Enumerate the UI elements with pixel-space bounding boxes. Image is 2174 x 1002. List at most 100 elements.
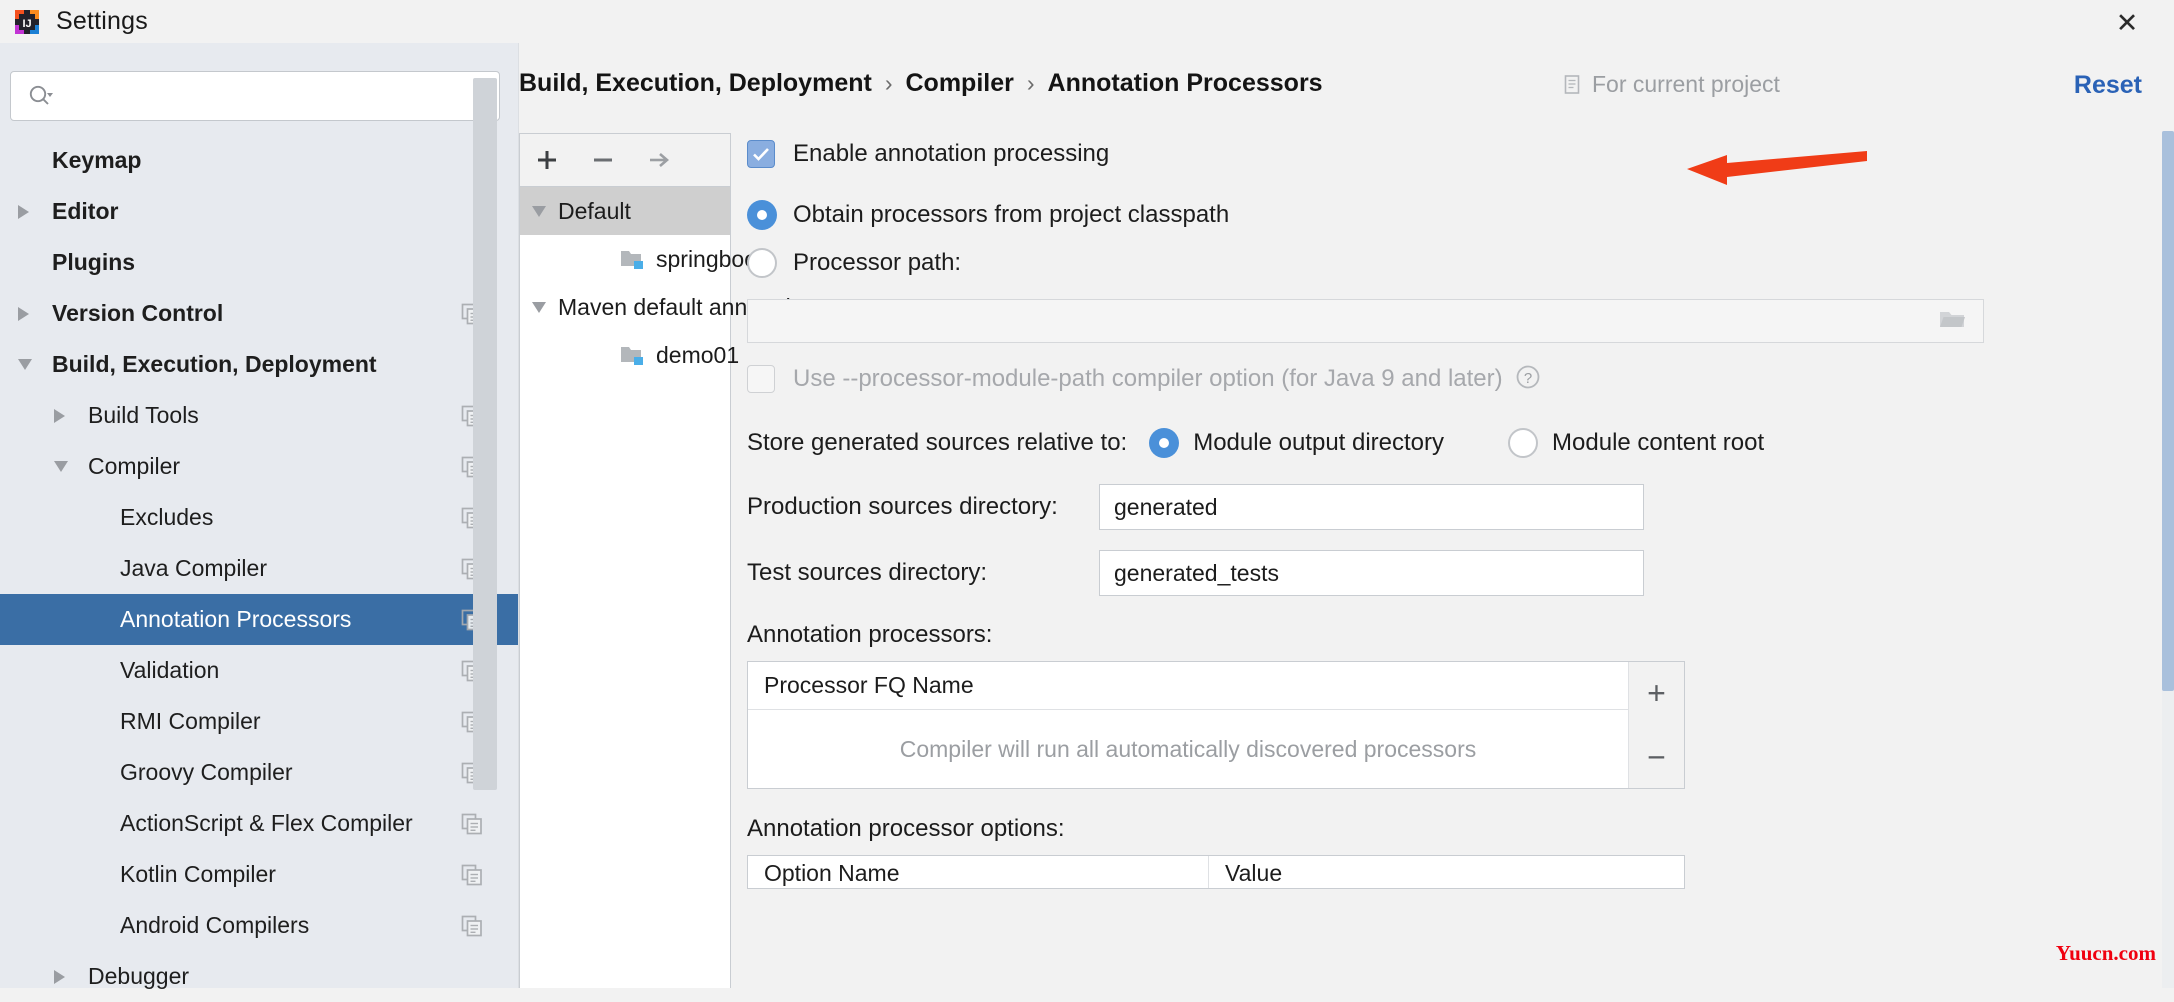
search-field[interactable] bbox=[10, 71, 500, 121]
sidebar-item-build-tools[interactable]: Build Tools bbox=[0, 390, 519, 441]
breadcrumb-item[interactable]: Annotation Processors bbox=[1048, 69, 1323, 98]
sidebar-item-label: Excludes bbox=[120, 504, 213, 531]
chevron-down-icon[interactable] bbox=[54, 461, 68, 472]
option-name-column-header: Option Name bbox=[748, 856, 1208, 890]
chevron-right-icon[interactable] bbox=[18, 307, 29, 321]
sidebar-item-rmi-compiler[interactable]: RMI Compiler bbox=[0, 696, 519, 747]
sidebar-item-version-control[interactable]: Version Control bbox=[0, 288, 519, 339]
search-icon bbox=[27, 83, 53, 109]
test-sources-input[interactable] bbox=[1099, 550, 1644, 596]
processor-path-field[interactable] bbox=[747, 299, 1984, 343]
module-content-root-radio[interactable] bbox=[1508, 428, 1538, 458]
copy-settings-icon[interactable] bbox=[461, 915, 483, 937]
processor-path-radio[interactable] bbox=[747, 248, 777, 278]
annotation-processor-options-table: Option Name Value bbox=[747, 855, 1685, 889]
test-sources-row: Test sources directory: bbox=[747, 547, 2142, 599]
close-icon[interactable]: ✕ bbox=[2110, 8, 2144, 38]
sidebar-item-plugins[interactable]: Plugins bbox=[0, 237, 519, 288]
sidebar-item-editor[interactable]: Editor bbox=[0, 186, 519, 237]
obtain-from-classpath-radio[interactable] bbox=[747, 200, 777, 230]
settings-content-pane: Build, Execution, Deployment › Compiler › An… bbox=[519, 43, 2174, 988]
profile-tree-row[interactable]: Default bbox=[520, 187, 730, 235]
search-input[interactable] bbox=[59, 85, 499, 108]
content-scrollbar-thumb[interactable] bbox=[2162, 131, 2174, 691]
module-icon bbox=[620, 344, 646, 366]
chevron-right-icon[interactable] bbox=[54, 970, 65, 984]
breadcrumb: Build, Execution, Deployment › Compiler › An… bbox=[519, 63, 1323, 103]
chevron-right-icon[interactable] bbox=[18, 205, 29, 219]
breadcrumb-separator: › bbox=[1027, 70, 1035, 97]
chevron-down-icon[interactable] bbox=[532, 302, 546, 313]
add-profile-button[interactable] bbox=[532, 145, 562, 175]
annotation-processors-table: Processor FQ Name Compiler will run all … bbox=[747, 661, 1685, 789]
annotation-processors-empty-text: Compiler will run all automatically disc… bbox=[748, 710, 1628, 788]
processor-module-path-checkbox bbox=[747, 365, 775, 393]
sidebar-scrollbar-thumb[interactable] bbox=[473, 78, 497, 790]
sidebar-item-actionscript-flex-compiler[interactable]: ActionScript & Flex Compiler bbox=[0, 798, 519, 849]
obtain-from-classpath-row[interactable]: Obtain processors from project classpath bbox=[747, 191, 2142, 239]
watermark: Yuucn.com bbox=[2056, 941, 2156, 966]
copy-settings-icon[interactable] bbox=[461, 864, 483, 886]
sidebar-item-debugger[interactable]: Debugger bbox=[0, 951, 519, 1002]
annotation-processors-table-body: Processor FQ Name Compiler will run all … bbox=[748, 662, 1628, 788]
breadcrumb-separator: › bbox=[885, 70, 893, 97]
chevron-down-icon[interactable] bbox=[532, 206, 546, 217]
sidebar-item-java-compiler[interactable]: Java Compiler bbox=[0, 543, 519, 594]
chevron-down-icon[interactable] bbox=[18, 359, 32, 370]
module-icon bbox=[620, 248, 646, 270]
processor-module-path-row: Use --processor-module-path compiler opt… bbox=[747, 357, 2142, 401]
production-sources-row: Production sources directory: bbox=[747, 481, 2142, 533]
production-sources-label: Production sources directory: bbox=[747, 493, 1099, 521]
sidebar-item-label: Build Tools bbox=[88, 402, 199, 429]
profile-tree-row[interactable]: Maven default annotation processors bbox=[520, 283, 730, 331]
sidebar-item-label: Editor bbox=[52, 198, 118, 225]
sidebar-item-annotation-processors[interactable]: Annotation Processors bbox=[0, 594, 519, 645]
profiles-toolbar bbox=[520, 134, 730, 187]
sidebar-item-label: ActionScript & Flex Compiler bbox=[120, 810, 413, 837]
scope-label: For current project bbox=[1592, 71, 1780, 98]
production-sources-input[interactable] bbox=[1099, 484, 1644, 530]
add-processor-button[interactable]: + bbox=[1634, 670, 1680, 716]
sidebar-item-validation[interactable]: Validation bbox=[0, 645, 519, 696]
reset-button[interactable]: Reset bbox=[2074, 71, 2142, 100]
sidebar-item-keymap[interactable]: Keymap bbox=[0, 135, 519, 186]
store-generated-sources-label: Store generated sources relative to: bbox=[747, 429, 1127, 457]
sidebar-item-android-compilers[interactable]: Android Compilers bbox=[0, 900, 519, 951]
project-scope-icon bbox=[1563, 74, 1583, 96]
store-generated-sources-row: Store generated sources relative to: Mod… bbox=[747, 417, 2142, 469]
profile-tree-row[interactable]: demo01 bbox=[520, 331, 730, 379]
sidebar-item-label: Java Compiler bbox=[120, 555, 267, 582]
module-output-directory-radio[interactable] bbox=[1149, 428, 1179, 458]
scope-indicator: For current project bbox=[1563, 71, 1780, 98]
module-output-directory-label: Module output directory bbox=[1193, 429, 1444, 457]
sidebar-item-label: Build, Execution, Deployment bbox=[52, 351, 377, 378]
profiles-tree: Default springbootMaven default annotatio… bbox=[520, 187, 730, 379]
breadcrumb-item[interactable]: Build, Execution, Deployment bbox=[519, 69, 872, 98]
folder-icon[interactable] bbox=[1937, 307, 1967, 336]
svg-text:IJ: IJ bbox=[23, 18, 32, 30]
test-sources-label: Test sources directory: bbox=[747, 559, 1099, 587]
sidebar-item-label: Plugins bbox=[52, 249, 135, 276]
annotation-processor-options-label: Annotation processor options: bbox=[747, 815, 2142, 843]
copy-settings-icon[interactable] bbox=[461, 813, 483, 835]
enable-annotation-processing-checkbox[interactable] bbox=[747, 140, 775, 168]
processor-path-row[interactable]: Processor path: bbox=[747, 239, 2142, 287]
sidebar-item-excludes[interactable]: Excludes bbox=[0, 492, 519, 543]
settings-tree: Keymap Editor Plugins Version Control Build,… bbox=[0, 135, 519, 988]
remove-processor-button[interactable]: − bbox=[1634, 734, 1680, 780]
profile-tree-row[interactable]: springboot bbox=[520, 235, 730, 283]
processor-path-label: Processor path: bbox=[793, 249, 961, 277]
sidebar-item-label: Debugger bbox=[88, 963, 189, 990]
move-to-profile-button[interactable] bbox=[644, 145, 674, 175]
sidebar-item-kotlin-compiler[interactable]: Kotlin Compiler bbox=[0, 849, 519, 900]
breadcrumb-item[interactable]: Compiler bbox=[906, 69, 1014, 98]
enable-annotation-processing-row[interactable]: Enable annotation processing bbox=[747, 131, 2142, 177]
sidebar-item-compiler[interactable]: Compiler bbox=[0, 441, 519, 492]
sidebar-item-build-execution-deployment[interactable]: Build, Execution, Deployment bbox=[0, 339, 519, 390]
chevron-right-icon[interactable] bbox=[54, 409, 65, 423]
svg-text:?: ? bbox=[1523, 370, 1531, 387]
help-icon[interactable]: ? bbox=[1515, 364, 1541, 395]
profile-label: Default bbox=[558, 198, 631, 225]
sidebar-item-groovy-compiler[interactable]: Groovy Compiler bbox=[0, 747, 519, 798]
remove-profile-button[interactable] bbox=[588, 145, 618, 175]
